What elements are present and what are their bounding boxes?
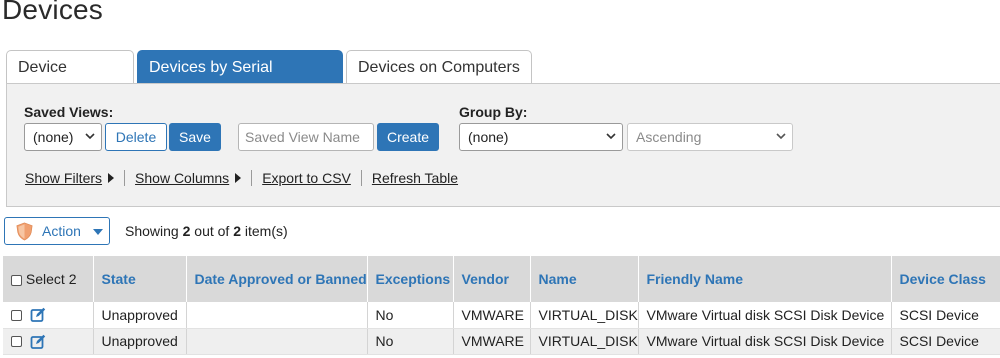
vendor-cell: VMWARE <box>453 302 531 329</box>
table-header-row: Select 2 State Date Approved or Banned E… <box>3 256 1000 302</box>
shown-count: 2 <box>182 223 191 239</box>
table-row: Unapproved No VMWARE VIRTUAL_DISK VMware… <box>3 302 1000 329</box>
exceptions-cell: No <box>367 328 454 355</box>
caret-right-icon <box>108 173 115 183</box>
column-header-friendly-name[interactable]: Friendly Name <box>638 256 892 302</box>
column-header-date-approved[interactable]: Date Approved or Banned <box>186 256 368 302</box>
tab-bar: Device Catalog Devices by Serial Number … <box>6 50 532 109</box>
delete-view-button[interactable]: Delete <box>105 123 167 151</box>
exceptions-cell: No <box>367 302 454 329</box>
action-dropdown-button[interactable]: Action <box>4 217 110 245</box>
item-count-text: Showing 2 out of 2 item(s) <box>125 223 288 239</box>
column-header-name[interactable]: Name <box>530 256 639 302</box>
divider <box>124 170 126 186</box>
friendly-name-cell: VMware Virtual disk SCSI Disk Device <box>638 328 892 355</box>
showing-prefix: Showing <box>125 223 179 239</box>
divider <box>360 170 362 186</box>
row-select-cell <box>3 302 94 329</box>
export-csv-link[interactable]: Export to CSV <box>262 170 351 186</box>
row-checkbox[interactable] <box>11 336 22 348</box>
chevron-down-icon <box>606 133 616 140</box>
date-cell <box>186 328 368 355</box>
show-columns-link[interactable]: Show Columns <box>135 170 229 186</box>
save-view-button[interactable]: Save <box>169 123 221 151</box>
devices-table: Select 2 State Date Approved or Banned E… <box>3 256 1000 355</box>
saved-views-value: (none) <box>33 129 74 145</box>
state-cell: Unapproved <box>93 328 187 355</box>
caret-down-icon <box>93 229 103 235</box>
column-header-device-class[interactable]: Device Class <box>891 256 1000 302</box>
table-options-links: Show Filters Show Columns Export to CSV … <box>25 170 458 186</box>
action-label: Action <box>42 223 81 239</box>
divider <box>251 170 253 186</box>
sort-order-value: Ascending <box>636 129 702 145</box>
saved-views-label: Saved Views: <box>24 104 114 120</box>
group-by-select[interactable]: (none) <box>459 123 623 151</box>
edit-icon[interactable] <box>30 307 46 323</box>
chevron-down-icon <box>776 133 786 140</box>
show-filters-link[interactable]: Show Filters <box>25 170 102 186</box>
saved-view-name-input[interactable]: Saved View Name <box>238 123 374 151</box>
select-all-label: Select 2 <box>25 271 77 287</box>
refresh-table-link[interactable]: Refresh Table <box>372 170 458 186</box>
column-header-exceptions[interactable]: Exceptions <box>367 256 454 302</box>
tab-devices-on-computers[interactable]: Devices on Computers <box>346 50 532 83</box>
table-row: Unapproved No VMWARE VIRTUAL_DISK VMware… <box>3 328 1000 355</box>
tab-devices-by-serial-number[interactable]: Devices by Serial Number <box>137 50 343 109</box>
page-title: Devices <box>2 0 103 25</box>
showing-mid: out of <box>194 223 230 239</box>
device-class-cell: SCSI Device <box>891 302 1000 329</box>
view-options-panel: Saved Views: (none) Delete Save Saved Vi… <box>6 83 1000 207</box>
state-cell: Unapproved <box>93 302 187 329</box>
device-class-cell: SCSI Device <box>891 328 1000 355</box>
edit-icon[interactable] <box>30 334 46 350</box>
column-header-vendor[interactable]: Vendor <box>453 256 531 302</box>
friendly-name-cell: VMware Virtual disk SCSI Disk Device <box>638 302 892 329</box>
row-select-cell <box>3 328 94 355</box>
total-count: 2 <box>233 223 241 239</box>
select-all-header: Select 2 <box>3 256 94 302</box>
row-checkbox[interactable] <box>11 309 22 321</box>
name-cell: VIRTUAL_DISK <box>530 302 639 329</box>
sort-order-select[interactable]: Ascending <box>627 123 793 151</box>
select-all-checkbox[interactable] <box>11 274 22 286</box>
chevron-down-icon <box>85 133 95 140</box>
show-columns-label: Show Columns <box>135 170 230 186</box>
show-filters-label: Show Filters <box>25 170 103 186</box>
create-view-button[interactable]: Create <box>377 123 439 151</box>
caret-right-icon <box>235 173 242 183</box>
date-cell <box>186 302 368 329</box>
shield-icon <box>16 222 33 241</box>
showing-suffix: item(s) <box>244 223 288 239</box>
group-by-label: Group By: <box>459 104 528 120</box>
name-cell: VIRTUAL_DISK <box>530 328 639 355</box>
saved-views-select[interactable]: (none) <box>24 123 102 151</box>
tab-device-catalog[interactable]: Device Catalog <box>6 50 134 109</box>
column-header-state[interactable]: State <box>93 256 187 302</box>
vendor-cell: VMWARE <box>453 328 531 355</box>
group-by-value: (none) <box>468 129 509 145</box>
